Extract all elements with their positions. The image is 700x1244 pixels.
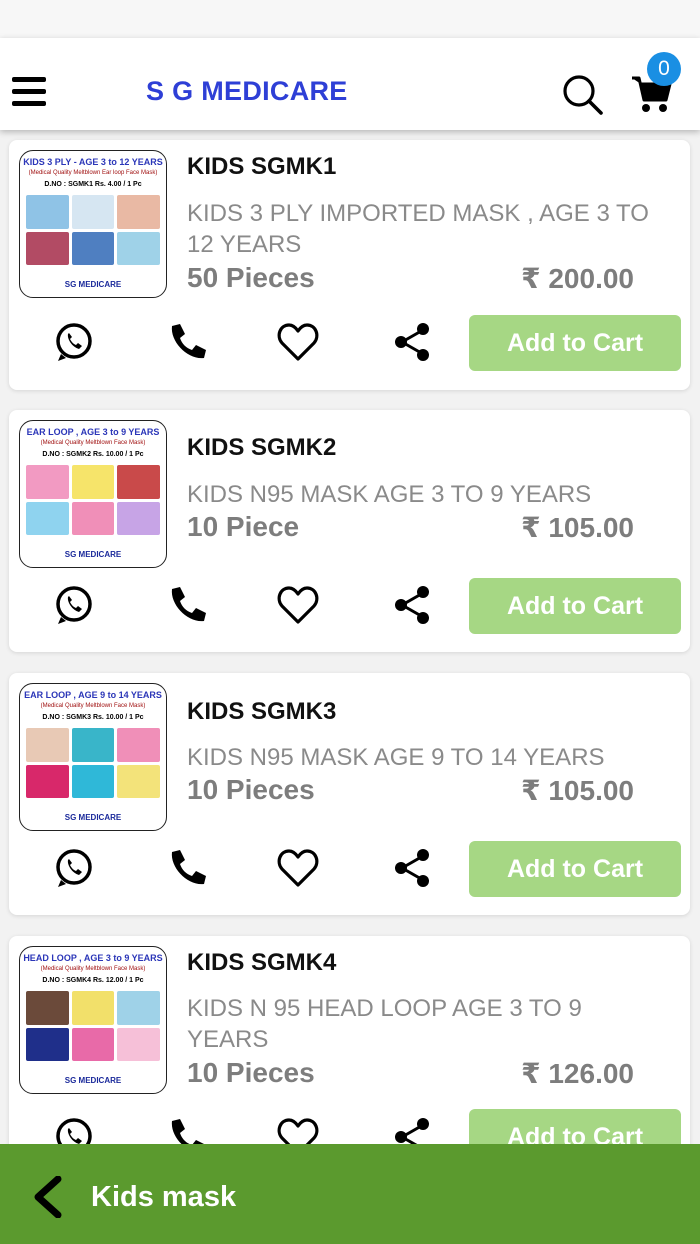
product-title: KIDS SGMK2 bbox=[187, 434, 337, 461]
product-quantity: 10 Pieces bbox=[187, 774, 315, 805]
product-title: KIDS SGMK1 bbox=[187, 153, 337, 180]
product-quantity: 10 Pieces bbox=[187, 1057, 315, 1088]
product-price: ₹ 105.00 bbox=[521, 775, 634, 806]
search-icon[interactable] bbox=[560, 72, 604, 116]
phone-icon[interactable] bbox=[164, 1115, 208, 1144]
whatsapp-icon[interactable] bbox=[52, 583, 96, 627]
product-price: ₹ 200.00 bbox=[521, 263, 634, 294]
cart-count-badge: 0 bbox=[647, 52, 681, 86]
whatsapp-icon[interactable] bbox=[52, 1115, 96, 1144]
brand-title: S G MEDICARE bbox=[146, 76, 348, 106]
share-icon[interactable] bbox=[390, 1115, 434, 1144]
status-bar bbox=[0, 0, 700, 38]
whatsapp-icon[interactable] bbox=[52, 320, 96, 364]
back-icon[interactable] bbox=[30, 1176, 64, 1218]
heart-icon[interactable] bbox=[276, 846, 320, 890]
share-icon[interactable] bbox=[390, 846, 434, 890]
add-to-cart-button[interactable]: Add to Cart bbox=[469, 315, 681, 371]
phone-icon[interactable] bbox=[164, 320, 208, 364]
heart-icon[interactable] bbox=[276, 320, 320, 364]
product-title: KIDS SGMK4 bbox=[187, 949, 337, 976]
product-card: EAR LOOP , AGE 9 to 14 YEARS (Medical Qu… bbox=[9, 673, 690, 915]
menu-icon[interactable] bbox=[12, 77, 46, 107]
product-description: KIDS 3 PLY IMPORTED MASK , AGE 3 TO 12 Y… bbox=[187, 200, 649, 258]
product-price: ₹ 126.00 bbox=[521, 1058, 634, 1089]
product-image[interactable]: EAR LOOP , AGE 3 to 9 YEARS (Medical Qua… bbox=[19, 420, 167, 568]
heart-icon[interactable] bbox=[276, 583, 320, 627]
add-to-cart-button[interactable]: Add to Cart bbox=[469, 578, 681, 634]
product-card: EAR LOOP , AGE 3 to 9 YEARS (Medical Qua… bbox=[9, 410, 690, 652]
phone-icon[interactable] bbox=[164, 846, 208, 890]
bottom-bar: Kids mask bbox=[0, 1144, 700, 1244]
heart-icon[interactable] bbox=[276, 1115, 320, 1144]
product-quantity: 10 Piece bbox=[187, 511, 300, 542]
product-title: KIDS SGMK3 bbox=[187, 698, 337, 725]
product-image[interactable]: KIDS 3 PLY - AGE 3 to 12 YEARS (Medical … bbox=[19, 150, 167, 298]
phone-icon[interactable] bbox=[164, 583, 208, 627]
product-description: KIDS N 95 HEAD LOOP AGE 3 TO 9 YEARS bbox=[187, 995, 582, 1053]
product-price: ₹ 105.00 bbox=[521, 512, 634, 543]
whatsapp-icon[interactable] bbox=[52, 846, 96, 890]
product-description: KIDS N95 MASK AGE 3 TO 9 YEARS bbox=[187, 481, 592, 508]
product-description: KIDS N95 MASK AGE 9 TO 14 YEARS bbox=[187, 744, 605, 771]
product-card: KIDS 3 PLY - AGE 3 to 12 YEARS (Medical … bbox=[9, 140, 690, 390]
product-card: HEAD LOOP , AGE 3 to 9 YEARS (Medical Qu… bbox=[9, 936, 690, 1144]
product-quantity: 50 Pieces bbox=[187, 262, 315, 293]
product-image[interactable]: EAR LOOP , AGE 9 to 14 YEARS (Medical Qu… bbox=[19, 683, 167, 831]
product-image[interactable]: HEAD LOOP , AGE 3 to 9 YEARS (Medical Qu… bbox=[19, 946, 167, 1094]
product-list[interactable]: KIDS 3 PLY - AGE 3 to 12 YEARS (Medical … bbox=[0, 130, 700, 1144]
add-to-cart-button[interactable]: Add to Cart bbox=[469, 841, 681, 897]
share-icon[interactable] bbox=[390, 320, 434, 364]
category-title: Kids mask bbox=[91, 1181, 237, 1213]
add-to-cart-button[interactable]: Add to Cart bbox=[469, 1109, 681, 1144]
share-icon[interactable] bbox=[390, 583, 434, 627]
